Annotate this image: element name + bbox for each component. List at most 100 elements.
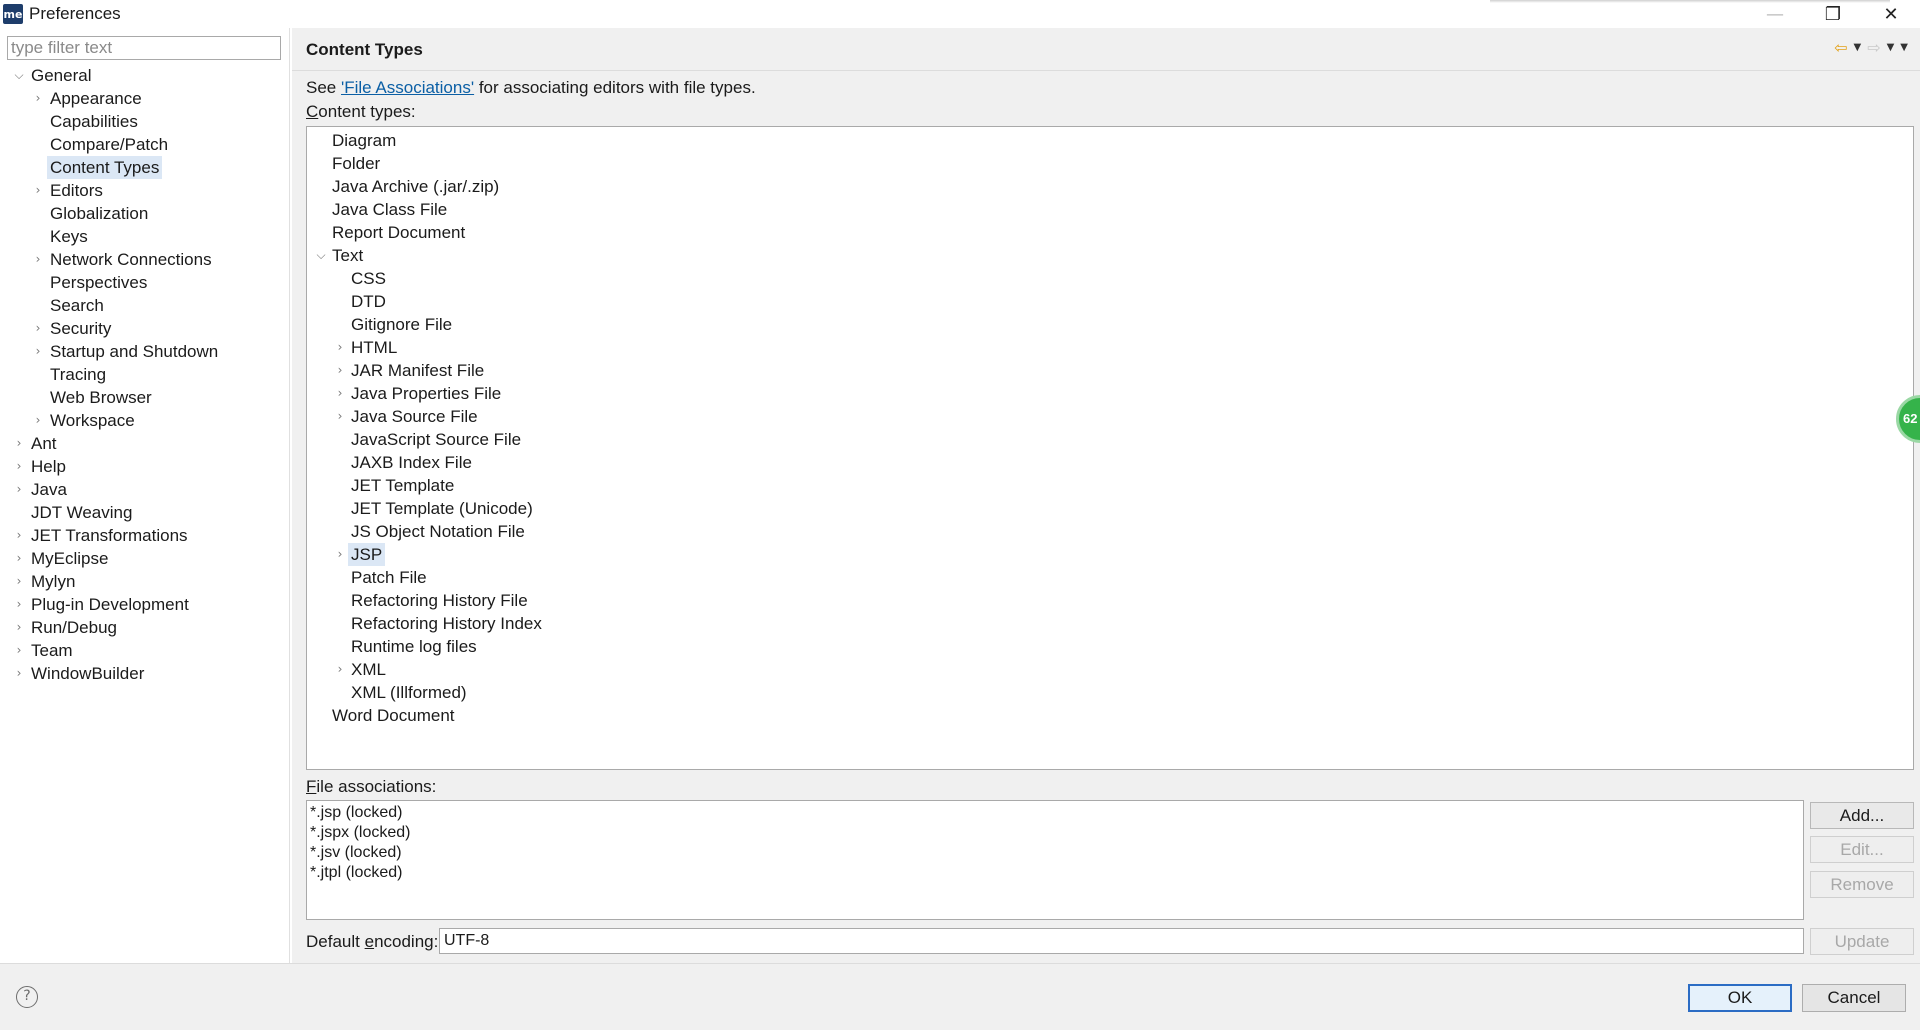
content-types-tree[interactable]: Diagram Folder Java Archive (.jar/.zip) Jav… [306, 126, 1914, 770]
chevron-right-icon[interactable]: › [12, 616, 26, 639]
content-type-html[interactable]: › HTML [307, 336, 1913, 359]
content-type-xml-illformed[interactable]: XML (Illformed) [307, 681, 1913, 704]
chevron-down-icon[interactable]: ⌵ [314, 244, 328, 267]
file-association-item[interactable]: *.jspx (locked) [310, 823, 1800, 843]
sidebar-item-appearance[interactable]: › Appearance [0, 87, 290, 110]
content-type-xml[interactable]: › XML [307, 658, 1913, 681]
content-type-java-properties-file[interactable]: › Java Properties File [307, 382, 1913, 405]
back-dropdown-icon[interactable]: ▼ [1853, 42, 1861, 53]
chevron-right-icon[interactable]: › [12, 478, 26, 501]
chevron-right-icon[interactable]: › [31, 340, 45, 363]
sidebar-item-run-debug[interactable]: › Run/Debug [0, 616, 290, 639]
chevron-right-icon[interactable]: › [12, 547, 26, 570]
chevron-right-icon[interactable]: › [12, 639, 26, 662]
content-type-report-document[interactable]: Report Document [307, 221, 1913, 244]
sidebar-item-workspace[interactable]: › Workspace [0, 409, 290, 432]
content-type-gitignore-file[interactable]: Gitignore File [307, 313, 1913, 336]
sidebar-item-globalization[interactable]: Globalization [0, 202, 290, 225]
content-type-java-archive-jar-zip[interactable]: Java Archive (.jar/.zip) [307, 175, 1913, 198]
sidebar-item-help[interactable]: › Help [0, 455, 290, 478]
chevron-right-icon[interactable]: › [333, 543, 347, 566]
sidebar-item-web-browser[interactable]: Web Browser [0, 386, 290, 409]
content-type-word-document[interactable]: Word Document [307, 704, 1913, 727]
chevron-right-icon[interactable]: › [31, 248, 45, 271]
chevron-right-icon[interactable]: › [333, 658, 347, 681]
chevron-right-icon[interactable]: › [333, 405, 347, 428]
ok-button[interactable]: OK [1688, 984, 1792, 1012]
restore-button[interactable]: ❐ [1804, 0, 1862, 28]
chevron-right-icon[interactable]: › [31, 317, 45, 340]
chevron-down-icon[interactable]: ⌵ [12, 64, 26, 87]
content-type-css[interactable]: CSS [307, 267, 1913, 290]
back-arrow-icon[interactable]: ⇦ [1834, 38, 1847, 57]
chevron-right-icon[interactable]: › [12, 432, 26, 455]
content-type-jsp[interactable]: › JSP [307, 543, 1913, 566]
close-button[interactable]: ✕ [1862, 0, 1920, 28]
content-type-refactoring-history-file[interactable]: Refactoring History File [307, 589, 1913, 612]
sidebar-item-plug-in-development[interactable]: › Plug-in Development [0, 593, 290, 616]
chevron-right-icon[interactable]: › [31, 87, 45, 110]
content-type-dtd[interactable]: DTD [307, 290, 1913, 313]
chevron-right-icon[interactable]: › [12, 524, 26, 547]
sidebar-item-team[interactable]: › Team [0, 639, 290, 662]
add-button[interactable]: Add... [1810, 802, 1914, 829]
chevron-right-icon[interactable]: › [333, 382, 347, 405]
sidebar-item-general[interactable]: ⌵ General [0, 64, 290, 87]
sidebar-item-mylyn[interactable]: › Mylyn [0, 570, 290, 593]
sidebar-item-jdt-weaving[interactable]: JDT Weaving [0, 501, 290, 524]
file-association-item[interactable]: *.jsp (locked) [310, 803, 1800, 823]
file-association-item[interactable]: *.jtpl (locked) [310, 863, 1800, 883]
content-type-jaxb-index-file[interactable]: JAXB Index File [307, 451, 1913, 474]
default-encoding-field[interactable]: UTF-8 [439, 928, 1804, 954]
sidebar-item-startup-and-shutdown[interactable]: › Startup and Shutdown [0, 340, 290, 363]
sidebar-item-capabilities[interactable]: Capabilities [0, 110, 290, 133]
sidebar-item-keys[interactable]: Keys [0, 225, 290, 248]
content-type-text[interactable]: ⌵ Text [307, 244, 1913, 267]
content-type-jar-manifest-file[interactable]: › JAR Manifest File [307, 359, 1913, 382]
content-type-java-class-file[interactable]: Java Class File [307, 198, 1913, 221]
content-type-jet-template-unicode[interactable]: JET Template (Unicode) [307, 497, 1913, 520]
view-menu-icon[interactable]: ▼ [1900, 42, 1908, 53]
filter-input[interactable] [7, 36, 281, 60]
update-button[interactable]: Update [1810, 928, 1914, 955]
file-associations-list[interactable]: *.jsp (locked) *.jspx (locked) *.jsv (lock… [306, 800, 1804, 920]
chevron-right-icon[interactable]: › [333, 359, 347, 382]
sidebar-item-editors[interactable]: › Editors [0, 179, 290, 202]
sidebar-item-myeclipse[interactable]: › MyEclipse [0, 547, 290, 570]
content-type-patch-file[interactable]: Patch File [307, 566, 1913, 589]
content-type-java-source-file[interactable]: › Java Source File [307, 405, 1913, 428]
content-type-jet-template[interactable]: JET Template [307, 474, 1913, 497]
content-type-refactoring-history-index[interactable]: Refactoring History Index [307, 612, 1913, 635]
sidebar-item-network-connections[interactable]: › Network Connections [0, 248, 290, 271]
forward-dropdown-icon[interactable]: ▼ [1887, 42, 1895, 53]
sidebar-item-tracing[interactable]: Tracing [0, 363, 290, 386]
sidebar-item-windowbuilder[interactable]: › WindowBuilder [0, 662, 290, 685]
content-type-folder[interactable]: Folder [307, 152, 1913, 175]
cancel-button[interactable]: Cancel [1802, 984, 1906, 1012]
sidebar-item-security[interactable]: › Security [0, 317, 290, 340]
chevron-right-icon[interactable]: › [333, 336, 347, 359]
chevron-right-icon[interactable]: › [31, 409, 45, 432]
sidebar-item-perspectives[interactable]: Perspectives [0, 271, 290, 294]
chevron-right-icon[interactable]: › [12, 570, 26, 593]
chevron-right-icon[interactable]: › [12, 662, 26, 685]
sidebar-item-jet-transformations[interactable]: › JET Transformations [0, 524, 290, 547]
remove-button[interactable]: Remove [1810, 871, 1914, 898]
sidebar-item-search[interactable]: Search [0, 294, 290, 317]
chevron-right-icon[interactable]: › [12, 455, 26, 478]
minimize-button[interactable]: — [1746, 0, 1804, 28]
file-association-item[interactable]: *.jsv (locked) [310, 843, 1800, 863]
content-type-runtime-log-files[interactable]: Runtime log files [307, 635, 1913, 658]
file-associations-link[interactable]: 'File Associations' [341, 78, 474, 97]
sidebar-item-java[interactable]: › Java [0, 478, 290, 501]
help-icon[interactable]: ? [16, 986, 38, 1008]
chevron-right-icon[interactable]: › [31, 179, 45, 202]
chevron-right-icon[interactable]: › [12, 593, 26, 616]
content-type-js-object-notation-file[interactable]: JS Object Notation File [307, 520, 1913, 543]
sidebar-item-content-types[interactable]: Content Types [0, 156, 290, 179]
sidebar-item-compare-patch[interactable]: Compare/Patch [0, 133, 290, 156]
content-type-javascript-source-file[interactable]: JavaScript Source File [307, 428, 1913, 451]
edit-button[interactable]: Edit... [1810, 836, 1914, 863]
content-type-diagram[interactable]: Diagram [307, 129, 1913, 152]
forward-arrow-icon[interactable]: ⇨ [1867, 38, 1880, 57]
